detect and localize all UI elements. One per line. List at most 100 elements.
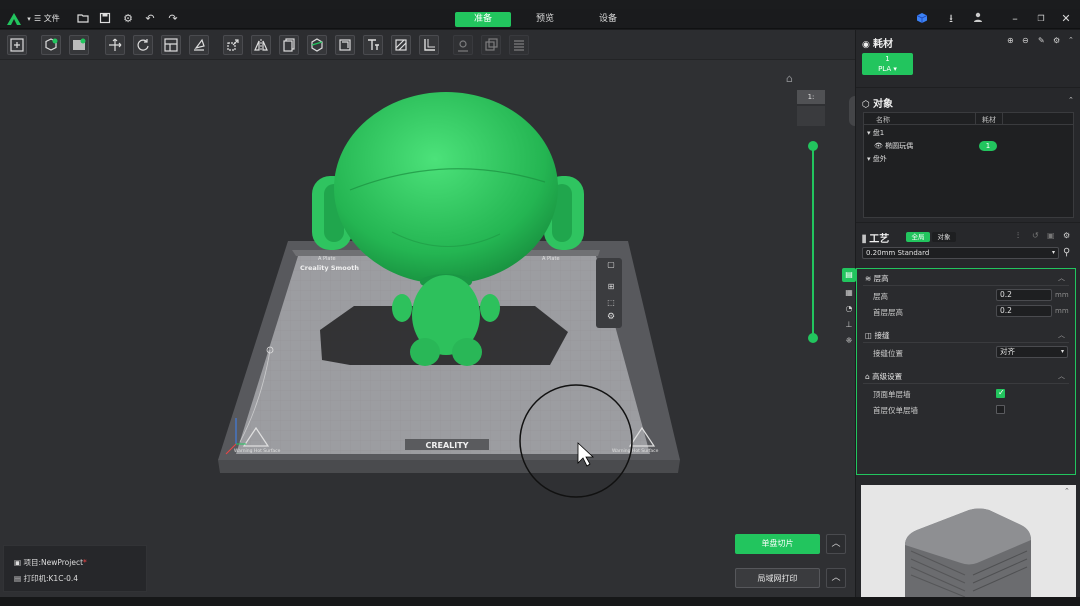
select-seam-position[interactable]: 对齐 ▾ — [996, 346, 1068, 358]
checkbox-first-layer-single-wall[interactable] — [996, 405, 1005, 414]
layer-slider-top-handle[interactable] — [808, 141, 818, 151]
search-icon[interactable]: ⚲ — [1063, 247, 1070, 258]
lan-print-button[interactable]: 局域网打印 — [735, 568, 820, 588]
file-menu[interactable]: ☰ 文件 — [34, 12, 60, 26]
add-plate-icon[interactable] — [7, 35, 27, 55]
filament-settings-icon[interactable]: ⚙ — [1053, 36, 1060, 45]
column-header-filament[interactable]: 耗材 — [982, 115, 996, 125]
input-layer-height[interactable]: 0.2 — [996, 289, 1052, 301]
print-options-chevron-up-icon[interactable]: ︿ — [826, 568, 846, 588]
rotate-icon[interactable] — [133, 35, 153, 55]
input-first-layer-height[interactable]: 0.2 — [996, 305, 1052, 317]
main-toolbar — [0, 30, 855, 60]
creality-logo-icon[interactable] — [6, 12, 22, 26]
label-seam-position: 接缝位置 — [873, 349, 903, 358]
layer-slider-bottom-handle[interactable] — [808, 333, 818, 343]
section-seam[interactable]: ◫ 接缝 — [865, 330, 889, 341]
project-name-label[interactable]: ▣ 项目:NewProject* — [14, 557, 87, 568]
tree-item-plate-1[interactable]: ▾ 盘1 — [867, 128, 884, 138]
save-icon[interactable] — [98, 12, 112, 26]
seam-icon[interactable] — [453, 35, 473, 55]
settings-gear-icon[interactable]: ⚙ — [121, 12, 135, 26]
chevron-up-icon[interactable]: ︿ — [1058, 371, 1065, 381]
category-support-icon[interactable]: ⊥ — [842, 318, 856, 332]
move-icon[interactable] — [105, 35, 125, 55]
objects-collapse-icon[interactable]: ⌃ — [1068, 96, 1074, 104]
copy-icon[interactable] — [279, 35, 299, 55]
section-advanced[interactable]: ⌂ 高级设置 — [865, 371, 902, 382]
close-icon[interactable]: ✕ — [1059, 12, 1073, 26]
category-strength-icon[interactable]: ▦ — [842, 286, 856, 300]
category-quality-icon[interactable]: ▤ — [842, 268, 856, 282]
process-compare-icon[interactable]: ⫶ — [1017, 231, 1019, 241]
checkbox-top-single-wall[interactable]: ✓ — [996, 388, 1005, 398]
view-cube-icon[interactable] — [797, 106, 825, 126]
plate-settings-icon[interactable]: ⚙ — [604, 312, 618, 326]
slice-options-chevron-up-icon[interactable]: ︿ — [826, 534, 846, 554]
plate-orient-icon[interactable]: ⬚ — [604, 298, 618, 312]
column-header-name[interactable]: 名称 — [876, 115, 890, 125]
chevron-up-icon[interactable]: ︿ — [1058, 330, 1065, 340]
filament-collapse-icon[interactable]: ⌃ — [1068, 36, 1074, 44]
edit-filament-icon[interactable]: ✎ — [1038, 36, 1045, 45]
remove-filament-icon[interactable]: ⊖ — [1022, 36, 1029, 45]
open-folder-icon[interactable] — [76, 12, 90, 26]
tab-device[interactable]: 设备 — [583, 12, 633, 27]
3d-viewport[interactable]: Creality Smooth A Plate A Plate CREALITY… — [0, 60, 855, 597]
object-list[interactable]: 名称 耗材 ▾ 盘1 👁 椭圆玩偶 1 ▾ 盘外 — [863, 112, 1074, 218]
plate-lock-icon[interactable]: ▢ — [604, 260, 618, 274]
auto-orient-icon[interactable] — [189, 35, 209, 55]
tab-object[interactable]: 对象 — [932, 232, 956, 242]
restore-window-icon[interactable]: ❐ — [1034, 12, 1048, 26]
object-filament-badge[interactable]: 1 — [979, 141, 997, 151]
printer-name-label[interactable]: ▤ 打印机:K1C-0.4 — [14, 573, 78, 584]
objects-section-title: ⬡ 对象 — [862, 99, 893, 110]
layers-icon[interactable] — [509, 35, 529, 55]
plate-label-creality-smooth: Creality Smooth — [300, 264, 359, 272]
plate-arrange-icon[interactable]: ⊞ — [604, 282, 618, 296]
scale-icon[interactable] — [223, 35, 243, 55]
minimize-icon[interactable]: – — [1008, 12, 1022, 26]
label-layer-height: 层高 — [873, 292, 888, 301]
layer-view-badge[interactable]: 1: — [797, 90, 825, 104]
filament-slot-1[interactable]: 1 PLA ▾ — [862, 53, 913, 75]
model-preview-thumbnail[interactable]: ⌃ — [861, 485, 1076, 597]
build-plate-scene[interactable]: Creality Smooth A Plate A Plate CREALITY… — [0, 60, 855, 597]
add-image-icon[interactable] — [69, 35, 89, 55]
download-icon[interactable]: ⭳ — [944, 12, 958, 26]
slice-plate-button[interactable]: 单盘切片 — [735, 534, 820, 554]
category-speed-icon[interactable]: ◔ — [842, 302, 856, 316]
arrange-icon[interactable] — [161, 35, 181, 55]
text-icon[interactable] — [363, 35, 383, 55]
chevron-up-icon[interactable]: ︿ — [1058, 273, 1065, 283]
cube-3d-icon[interactable] — [915, 12, 929, 26]
assembly-icon[interactable] — [481, 35, 501, 55]
tree-item-off-plate[interactable]: ▾ 盘外 — [867, 154, 887, 164]
status-bar — [0, 597, 1080, 606]
tree-item-object[interactable]: 👁 椭圆玩偶 — [874, 141, 913, 151]
redo-icon[interactable]: ↷ — [166, 12, 180, 26]
process-save-icon[interactable]: ▣ — [1047, 231, 1055, 240]
process-settings-icon[interactable]: ⚙ — [1063, 231, 1070, 240]
tab-global[interactable]: 全局 — [906, 232, 930, 242]
user-account-icon[interactable] — [971, 12, 985, 26]
process-reset-icon[interactable]: ↺ — [1032, 231, 1039, 240]
tab-preview[interactable]: 预览 — [520, 12, 570, 27]
cut-icon[interactable] — [307, 35, 327, 55]
process-preset-select[interactable]: 0.20mm Standard ▾ — [862, 247, 1059, 259]
add-filament-icon[interactable]: ⊕ — [1007, 36, 1014, 45]
home-view-icon[interactable]: ⌂ — [786, 72, 800, 86]
category-others-icon[interactable]: ❈ — [842, 334, 856, 348]
support-paint-icon[interactable] — [419, 35, 439, 55]
filament-slot-type: PLA ▾ — [878, 65, 897, 73]
mirror-icon[interactable] — [251, 35, 271, 55]
undo-icon[interactable]: ↶ — [143, 12, 157, 26]
paint-icon[interactable] — [391, 35, 411, 55]
tab-prepare[interactable]: 准备 — [455, 12, 511, 27]
section-layer-height[interactable]: ≋ 层高 — [865, 273, 889, 284]
eye-visibility-icon[interactable]: 👁 — [874, 142, 885, 150]
layer-slider-track[interactable] — [812, 146, 814, 339]
split-icon[interactable] — [335, 35, 355, 55]
chevron-down-icon: ▾ — [1060, 348, 1064, 355]
add-model-icon[interactable] — [41, 35, 61, 55]
